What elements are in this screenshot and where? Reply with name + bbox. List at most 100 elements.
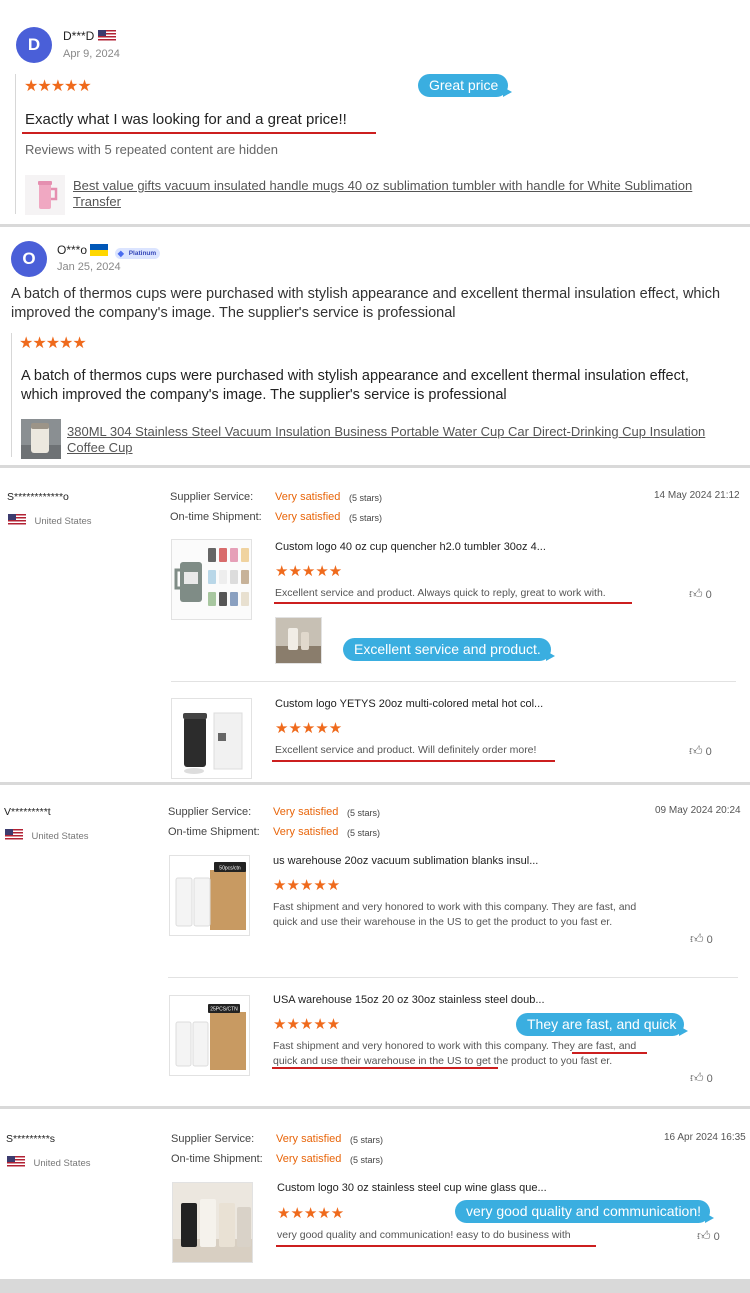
supplier-service-value: Very satisfied [276,1133,342,1145]
reviewer-name: S*********s [6,1133,56,1145]
rating-stars: ★★★★★ [277,1205,345,1222]
review-date: 16 Apr 2024 16:35 [664,1132,746,1143]
like-button[interactable]: 👍︎ 0 [689,743,712,759]
ukraine-flag-icon [90,244,109,256]
us-flag-icon [8,514,26,526]
review-card-1: D D***D Apr 9, 2024 ★★★★★ Great price Ex… [0,0,750,224]
ontime-shipment-value: Very satisfied [273,826,339,838]
hidden-reviews-note[interactable]: Reviews with 5 repeated content are hidd… [25,142,278,157]
review-card-2: O O***o Platinum Jan 25, 2024 A batch of… [0,227,750,465]
avatar: D [16,27,52,63]
pink-mug-image [25,175,65,215]
product-thumbnail[interactable] [25,175,65,215]
review-text: A batch of thermos cups were purchased w… [21,368,689,403]
product-thumbnail[interactable] [21,419,61,459]
review-text: Exactly what I was looking for and a gre… [25,111,347,128]
reviewer-name: S************o [7,491,69,503]
product-link[interactable]: Best value gifts vacuum insulated handle… [73,178,738,210]
product-thumbnail[interactable]: 50pcs/ctn [169,855,250,936]
review-date: Apr 9, 2024 [63,48,120,60]
steel-cup-image [21,419,61,459]
highlight-bubble: Great price [418,74,512,97]
box-label: 25PCS/CTN [210,1007,238,1013]
thumbs-up-icon: 👍︎ [690,1070,704,1085]
tumbler-set-image [172,540,251,619]
reviewer-name: V*********t [4,806,51,818]
product-thumbnail[interactable] [172,1182,253,1263]
white-tumblers-box-image: 50pcs/ctn [170,856,249,935]
highlight-bubble: Excellent service and product. [343,638,555,661]
highlight-underline [272,1067,498,1069]
platinum-badge: Platinum [114,248,161,259]
ontime-shipment-label: On-time Shipment: [170,511,262,523]
product-link[interactable]: 380ML 304 Stainless Steel Vacuum Insulat… [67,424,727,456]
review-comment: Fast shipment and very honored to work w… [273,901,637,928]
like-button[interactable]: 👍︎ 0 [690,1070,713,1086]
thumbs-up-icon: 👍︎ [690,931,704,946]
rating-stars: ★★★★★ [24,78,92,95]
review-comment: Excellent service and product. Will defi… [275,744,537,756]
highlight-underline [272,760,555,762]
thumbs-up-icon: 👍︎ [689,586,703,601]
us-flag-icon [5,829,23,841]
country: United States [31,831,89,842]
highlight-bubble: They are fast, and quick [516,1013,688,1036]
highlight-bubble: very good quality and communication! [455,1200,714,1223]
us-flag-icon [7,1156,25,1168]
product-title[interactable]: us warehouse 20oz vacuum sublimation bla… [273,855,538,867]
review-date: 09 May 2024 20:24 [655,805,741,816]
rating-stars: ★★★★★ [275,720,343,737]
supplier-service-value: Very satisfied [273,806,339,818]
rating-stars: ★★★★★ [19,335,87,352]
ontime-shipment-stars: (5 stars) [350,1155,384,1165]
supplier-service-stars: (5 stars) [350,1135,384,1145]
like-count: 0 [706,934,713,946]
highlight-underline [276,1245,596,1247]
ontime-shipment-label: On-time Shipment: [168,826,260,838]
item-divider [168,977,738,978]
highlight-underline [274,602,632,604]
product-thumbnail[interactable] [171,539,252,620]
like-button[interactable]: 👍︎ 0 [690,931,713,947]
review-card-3: S************o United States Supplier Se… [0,468,750,782]
quencher-cups-image [173,1183,252,1262]
review-photo[interactable] [275,617,322,664]
supplier-service-value: Very satisfied [275,491,341,503]
review-card-4: V*********t United States Supplier Servi… [0,785,750,1106]
country: United States [33,1158,91,1169]
product-title[interactable]: Custom logo 30 oz stainless steel cup wi… [277,1182,547,1194]
thumbs-up-icon: 👍︎ [697,1228,711,1243]
review-comment: Excellent service and product. Always qu… [275,587,606,599]
highlight-underline [572,1052,647,1054]
divider [11,333,12,457]
reviewer-name: O***o [57,243,88,257]
rating-stars: ★★★★★ [275,563,343,580]
tumbler-with-box-image [172,699,251,778]
review-comment: Fast shipment and very honored to work w… [273,1040,637,1067]
highlight-underline [22,132,376,134]
item-divider [171,681,736,682]
like-count: 0 [705,589,712,601]
white-tumblers-box-image: 25PCS/CTN [170,996,249,1075]
like-count: 0 [713,1231,720,1243]
product-thumbnail[interactable]: 25PCS/CTN [169,995,250,1076]
product-title[interactable]: Custom logo YETYS 20oz multi-colored met… [275,698,543,710]
rating-stars: ★★★★★ [273,877,341,894]
review-summary: A batch of thermos cups were purchased w… [11,286,721,321]
ontime-shipment-value: Very satisfied [276,1153,342,1165]
like-count: 0 [705,746,712,758]
product-title[interactable]: Custom logo 40 oz cup quencher h2.0 tumb… [275,541,546,553]
box-label: 50pcs/ctn [219,866,241,872]
like-button[interactable]: 👍︎ 0 [697,1228,720,1244]
reviewer-name: D***D [63,29,95,43]
supplier-service-stars: (5 stars) [347,808,381,818]
country: United States [34,516,92,527]
product-title[interactable]: USA warehouse 15oz 20 oz 30oz stainless … [273,994,545,1006]
like-button[interactable]: 👍︎ 0 [689,586,712,602]
supplier-service-label: Supplier Service: [171,1133,255,1145]
rating-stars: ★★★★★ [273,1016,341,1033]
like-count: 0 [706,1073,713,1085]
product-thumbnail[interactable] [171,698,252,779]
ontime-shipment-stars: (5 stars) [349,513,383,523]
review-date: 14 May 2024 21:12 [654,490,740,501]
